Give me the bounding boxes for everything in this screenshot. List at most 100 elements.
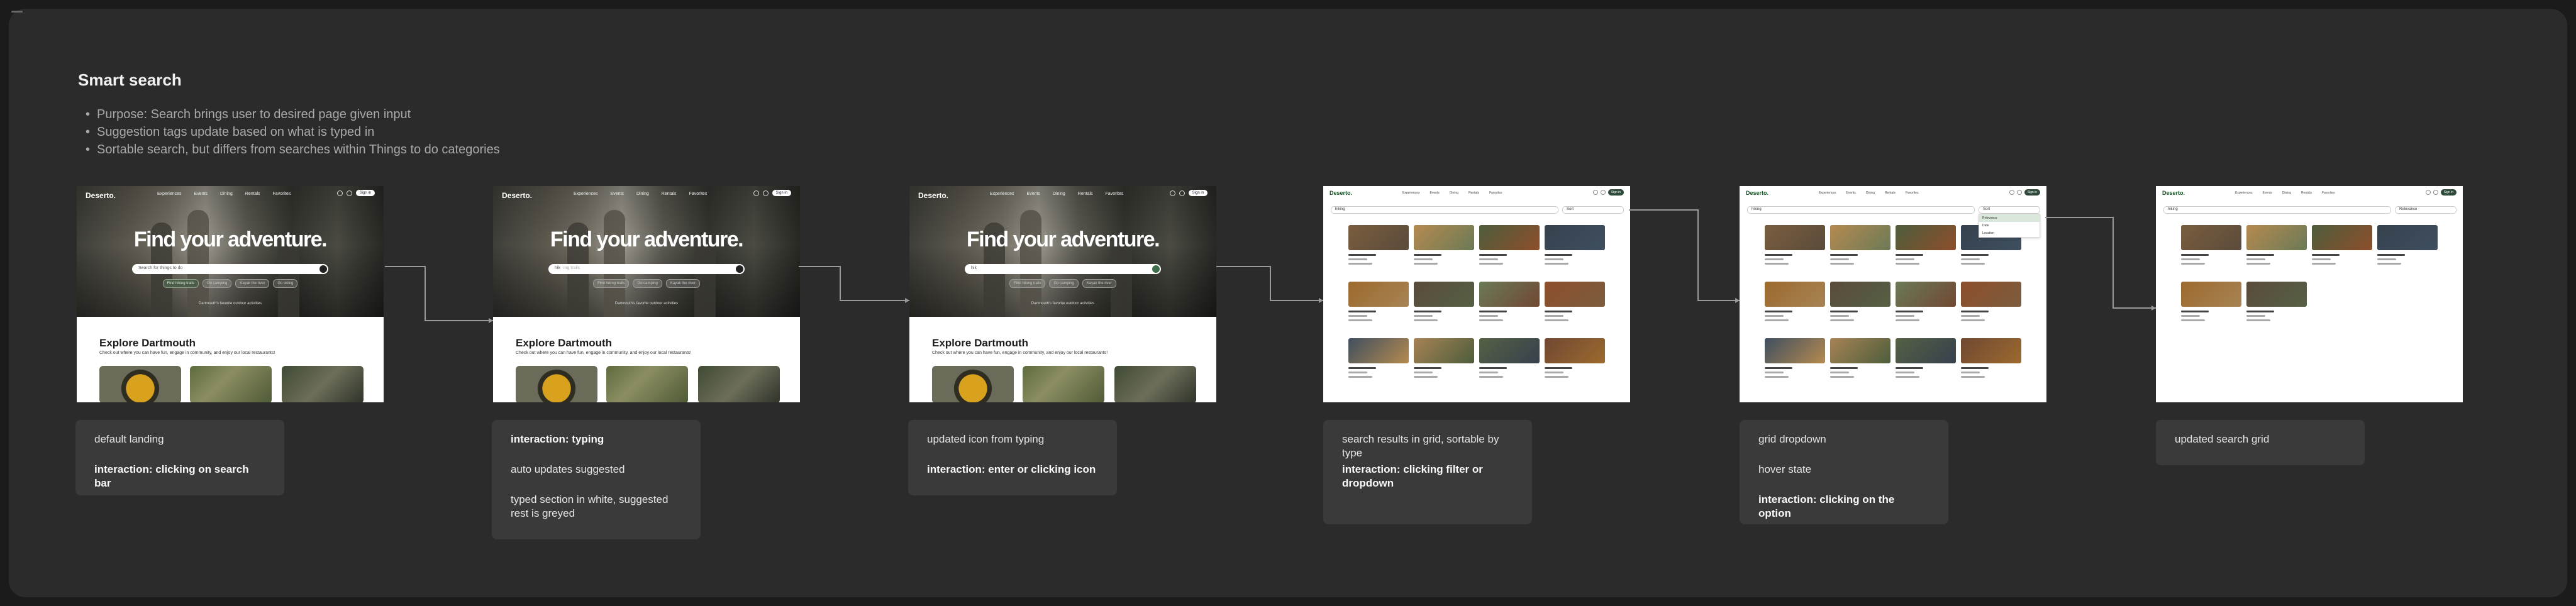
brand-logo[interactable]: Deserto. xyxy=(502,191,532,200)
nav-link[interactable]: Experiences xyxy=(990,192,1014,196)
brand-logo[interactable]: Deserto. xyxy=(1330,190,1352,196)
result-card[interactable] xyxy=(2181,225,2241,278)
result-card[interactable] xyxy=(1896,282,1956,334)
result-card[interactable] xyxy=(1545,225,1605,278)
nav-link[interactable]: Favorites xyxy=(1906,191,1919,195)
cart-icon[interactable] xyxy=(1179,190,1185,196)
result-card[interactable] xyxy=(1348,225,1409,278)
signin-button[interactable]: Sign in xyxy=(2440,189,2457,196)
explore-photo[interactable] xyxy=(516,366,597,402)
nav-link[interactable]: Favorites xyxy=(1106,192,1124,196)
nav-link[interactable]: Favorites xyxy=(273,192,291,196)
nav-link[interactable]: Favorites xyxy=(1489,191,1502,195)
result-card[interactable] xyxy=(2181,282,2241,334)
result-card[interactable] xyxy=(2312,225,2372,278)
explore-photo[interactable] xyxy=(190,366,272,402)
result-card[interactable] xyxy=(2246,282,2307,334)
suggestion-tag[interactable]: Go skiing xyxy=(273,279,298,288)
suggestion-tag[interactable]: Go camping xyxy=(202,279,232,288)
search-input[interactable]: hik xyxy=(965,264,1161,274)
nav-link[interactable]: Events xyxy=(2263,191,2272,195)
search-input[interactable]: hik ing trails xyxy=(548,264,745,274)
explore-photo[interactable] xyxy=(698,366,780,402)
nav-link[interactable]: Experiences xyxy=(157,192,182,196)
sort-option[interactable]: Date xyxy=(1979,222,2040,229)
search-icon[interactable] xyxy=(753,190,759,196)
cart-icon[interactable] xyxy=(346,190,352,196)
sort-dropdown[interactable]: Relevance xyxy=(2395,206,2457,214)
result-card[interactable] xyxy=(2246,225,2307,278)
sort-option[interactable]: Location xyxy=(1979,229,2040,237)
suggestion-tag[interactable]: Find hiking trails xyxy=(593,279,630,288)
sort-dropdown[interactable]: Sort xyxy=(1979,206,2040,214)
search-submit-icon[interactable] xyxy=(736,265,743,273)
search-submit-icon[interactable] xyxy=(1152,265,1160,273)
nav-link[interactable]: Dining xyxy=(2282,191,2291,195)
nav-link[interactable]: Events xyxy=(1430,191,1440,195)
cart-icon[interactable] xyxy=(762,190,769,196)
result-card[interactable] xyxy=(1348,338,1409,391)
cart-icon[interactable] xyxy=(2433,190,2438,195)
result-card[interactable] xyxy=(1414,338,1474,391)
brand-logo[interactable]: Deserto. xyxy=(918,191,948,200)
nav-link[interactable]: Events xyxy=(1846,191,1856,195)
result-card[interactable] xyxy=(1765,282,1825,334)
brand-logo[interactable]: Deserto. xyxy=(1746,190,1768,196)
sort-option[interactable]: Relevance xyxy=(1979,214,2040,222)
result-card[interactable] xyxy=(1414,225,1474,278)
explore-photo[interactable] xyxy=(99,366,181,402)
signin-button[interactable]: Sign in xyxy=(772,190,791,196)
result-card[interactable] xyxy=(1830,282,1890,334)
suggestion-tag[interactable]: Go camping xyxy=(1049,279,1079,288)
result-card[interactable] xyxy=(1545,282,1605,334)
signin-button[interactable]: Sign in xyxy=(1188,190,1208,196)
explore-photo[interactable] xyxy=(1023,366,1104,402)
signin-button[interactable]: Sign in xyxy=(355,190,375,196)
nav-link[interactable]: Rentals xyxy=(1468,191,1479,195)
result-card[interactable] xyxy=(1348,282,1409,334)
search-icon[interactable] xyxy=(1592,190,1598,195)
nav-link[interactable]: Events xyxy=(1027,192,1040,196)
cart-icon[interactable] xyxy=(2016,190,2022,195)
search-icon[interactable] xyxy=(2425,190,2431,195)
search-input[interactable]: Search for things to do xyxy=(132,264,328,274)
nav-link[interactable]: Rentals xyxy=(1078,192,1093,196)
suggestion-tag[interactable]: Kayak the river xyxy=(665,279,700,288)
search-input[interactable]: hiking xyxy=(2163,206,2391,214)
search-icon[interactable] xyxy=(1169,190,1175,196)
explore-photo[interactable] xyxy=(1114,366,1196,402)
result-card[interactable] xyxy=(1765,225,1825,278)
explore-photo[interactable] xyxy=(932,366,1014,402)
nav-link[interactable]: Dining xyxy=(1450,191,1458,195)
brand-logo[interactable]: Deserto. xyxy=(86,191,116,200)
nav-link[interactable]: Events xyxy=(611,192,624,196)
result-card[interactable] xyxy=(1479,338,1540,391)
nav-link[interactable]: Rentals xyxy=(662,192,677,196)
suggestion-tag[interactable]: Find hiking trails xyxy=(1009,279,1046,288)
suggestion-tag[interactable]: Kayak the river xyxy=(235,279,270,288)
signin-button[interactable]: Sign in xyxy=(2024,189,2040,196)
result-card[interactable] xyxy=(1545,338,1605,391)
nav-link[interactable]: Favorites xyxy=(2322,191,2335,195)
nav-link[interactable]: Favorites xyxy=(689,192,708,196)
nav-link[interactable]: Dining xyxy=(1053,192,1065,196)
nav-link[interactable]: Experiences xyxy=(574,192,598,196)
nav-link[interactable]: Dining xyxy=(1866,191,1875,195)
search-input[interactable]: hiking xyxy=(1747,206,1975,214)
nav-link[interactable]: Rentals xyxy=(1885,191,1896,195)
result-card[interactable] xyxy=(1830,338,1890,391)
search-input[interactable]: hiking xyxy=(1331,206,1558,214)
sort-dropdown[interactable]: Sort xyxy=(1562,206,1624,214)
search-submit-icon[interactable] xyxy=(319,265,327,273)
result-card[interactable] xyxy=(1896,225,1956,278)
nav-link[interactable]: Experiences xyxy=(1819,191,1836,195)
nav-link[interactable]: Rentals xyxy=(2301,191,2312,195)
signin-button[interactable]: Sign in xyxy=(1607,189,1624,196)
suggestion-tag[interactable]: Go camping xyxy=(633,279,662,288)
search-icon[interactable] xyxy=(2009,190,2014,195)
explore-photo[interactable] xyxy=(282,366,364,402)
result-card[interactable] xyxy=(1830,225,1890,278)
cart-icon[interactable] xyxy=(1600,190,1606,195)
nav-link[interactable]: Dining xyxy=(636,192,649,196)
result-card[interactable] xyxy=(1896,338,1956,391)
